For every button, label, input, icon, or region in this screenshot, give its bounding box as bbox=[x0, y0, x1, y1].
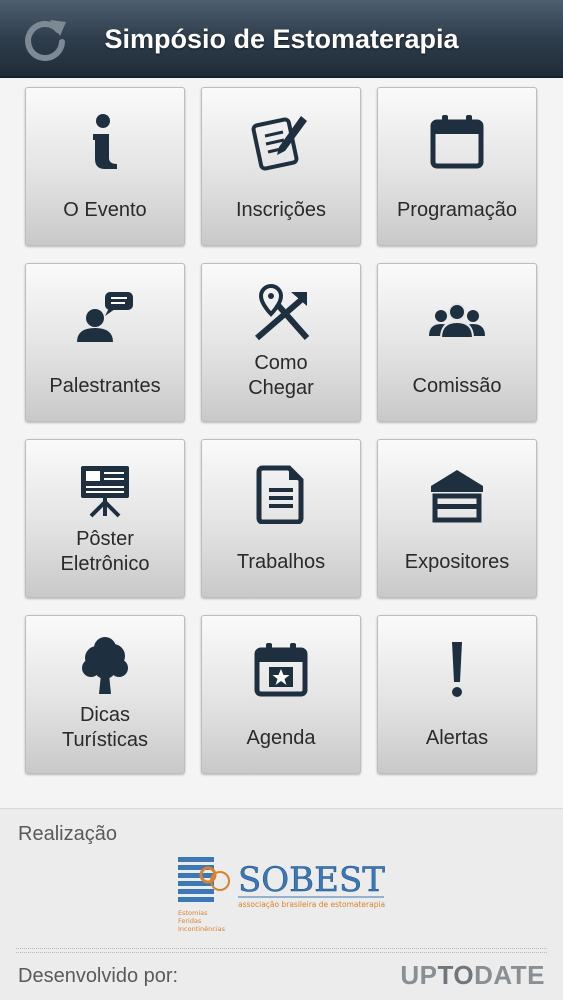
menu-tile-label: Trabalhos bbox=[236, 550, 326, 573]
menu-tile-o-evento[interactable]: O Evento bbox=[25, 87, 185, 246]
menu-tile-expositores[interactable]: Expositores bbox=[377, 439, 537, 598]
svg-text:Incontinências: Incontinências bbox=[178, 925, 226, 933]
sobest-logo[interactable]: SOBEST associação brasileira de estomate… bbox=[178, 855, 388, 939]
menu-tile-label: Comissão bbox=[412, 374, 502, 397]
presentation-board-icon bbox=[75, 460, 135, 520]
info-icon bbox=[75, 112, 135, 172]
menu-tile-label: Palestrantes bbox=[49, 374, 161, 397]
menu-tile-poster-eletronico[interactable]: Pôster Eletrônico bbox=[25, 439, 185, 598]
menu-tile-label: Programação bbox=[396, 198, 518, 221]
calendar-icon bbox=[427, 112, 487, 172]
realizacao-label: Realização bbox=[18, 823, 117, 845]
uptodate-logo[interactable]: UPTODATE bbox=[400, 960, 545, 991]
main-menu-grid: O Evento Inscrições Programação Palestra… bbox=[25, 87, 537, 774]
app-header: Simpósio de Estomaterapia bbox=[0, 0, 563, 78]
menu-tile-label: O Evento bbox=[63, 198, 147, 221]
menu-tile-como-chegar[interactable]: Como Chegar bbox=[201, 263, 361, 422]
uptodate-to: TO bbox=[437, 960, 475, 990]
menu-tile-label: Dicas Turísticas bbox=[62, 704, 148, 751]
footer-divider bbox=[16, 948, 547, 953]
svg-text:Estomias: Estomias bbox=[178, 909, 208, 917]
footer: Realização SOBEST associação brasileira … bbox=[0, 808, 563, 1000]
menu-tile-palestrantes[interactable]: Palestrantes bbox=[25, 263, 185, 422]
menu-tile-trabalhos[interactable]: Trabalhos bbox=[201, 439, 361, 598]
uptodate-date: DATE bbox=[474, 960, 545, 990]
form-pen-icon bbox=[251, 112, 311, 172]
svg-text:SOBEST: SOBEST bbox=[238, 860, 385, 900]
speaker-icon bbox=[75, 288, 135, 348]
exclamation-icon bbox=[427, 640, 487, 700]
calendar-star-icon bbox=[251, 640, 311, 700]
menu-tile-label: Agenda bbox=[246, 726, 316, 749]
developed-by-label: Desenvolvido por: bbox=[18, 965, 179, 987]
menu-tile-agenda[interactable]: Agenda bbox=[201, 615, 361, 774]
svg-text:Feridas: Feridas bbox=[178, 917, 202, 925]
page-title: Simpósio de Estomaterapia bbox=[104, 24, 459, 54]
menu-tile-alertas[interactable]: Alertas bbox=[377, 615, 537, 774]
booth-icon bbox=[427, 464, 487, 524]
svg-text:associação brasileira de estom: associação brasileira de estomaterapia bbox=[238, 900, 385, 909]
menu-tile-programacao[interactable]: Programação bbox=[377, 87, 537, 246]
tree-icon bbox=[75, 636, 135, 696]
menu-tile-label: Expositores bbox=[404, 550, 510, 573]
uptodate-up: UP bbox=[400, 960, 438, 990]
menu-tile-label: Alertas bbox=[425, 726, 489, 749]
menu-tile-dicas-turisticas[interactable]: Dicas Turísticas bbox=[25, 615, 185, 774]
document-icon bbox=[251, 464, 311, 525]
menu-tile-label: Como Chegar bbox=[248, 352, 314, 399]
map-directions-icon bbox=[251, 283, 311, 344]
menu-tile-label: Pôster Eletrônico bbox=[60, 528, 150, 575]
menu-tile-label: Inscrições bbox=[235, 198, 327, 221]
menu-tile-comissao[interactable]: Comissão bbox=[377, 263, 537, 422]
menu-tile-inscricoes[interactable]: Inscrições bbox=[201, 87, 361, 246]
group-icon bbox=[427, 288, 487, 348]
